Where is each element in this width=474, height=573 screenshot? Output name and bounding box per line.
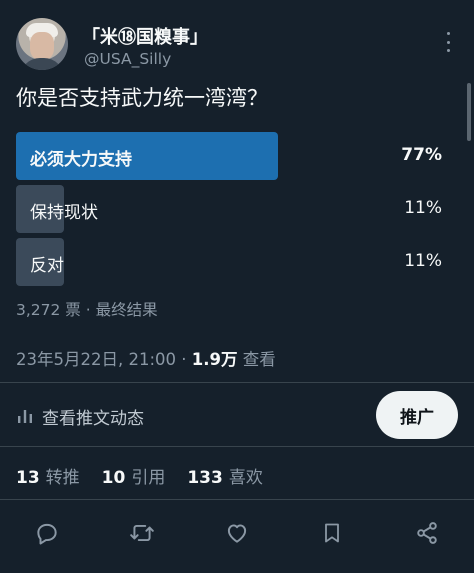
poll-option-label: 反对	[30, 256, 64, 276]
quotes-stat[interactable]: 10 引用	[102, 463, 166, 488]
poll-option-percent: 77%	[401, 145, 442, 165]
author-handle[interactable]: @USA_Silly	[84, 50, 171, 68]
avatar[interactable]	[16, 18, 68, 70]
poll-option-percent: 11%	[404, 251, 442, 271]
quotes-label: 引用	[131, 468, 166, 488]
quotes-count: 10	[101, 468, 126, 488]
promote-button[interactable]: 推广	[376, 391, 458, 439]
share-icon[interactable]	[412, 518, 442, 548]
retweets-stat[interactable]: 13 转推	[16, 463, 80, 488]
likes-label: 喜欢	[228, 468, 263, 488]
retweets-label: 转推	[45, 468, 80, 488]
poll-option-percent: 11%	[404, 198, 442, 218]
divider	[0, 382, 474, 383]
tweet-timestamp: 23年5月22日, 21:00 · 1.9万 查看	[16, 346, 276, 370]
poll-option-label: 必须大力支持	[30, 150, 132, 170]
analytics-label: 查看推文动态	[42, 408, 144, 429]
poll-option-3: 反对 11%	[16, 238, 442, 286]
retweet-icon[interactable]	[127, 518, 157, 548]
poll-option-2: 保持现状 11%	[16, 185, 442, 233]
timestamp-date[interactable]: 23年5月22日, 21:00 ·	[16, 350, 192, 369]
reply-icon[interactable]	[32, 518, 62, 548]
likes-count: 133	[187, 468, 223, 488]
scrollbar[interactable]	[467, 83, 471, 141]
retweets-count: 13	[16, 468, 40, 488]
views-count: 1.9万	[191, 350, 238, 369]
like-icon[interactable]	[222, 518, 252, 548]
tweet-text: 你是否支持武力统一湾湾？	[16, 86, 268, 110]
more-options-icon[interactable]	[440, 32, 456, 52]
poll-option-label: 保持现状	[30, 203, 98, 223]
engagement-stats: 13 转推 10 引用 133 喜欢	[16, 463, 285, 488]
poll-meta: 3,272 票 · 最终结果	[16, 301, 158, 319]
analytics-icon	[18, 410, 32, 423]
views-label: 查看	[237, 350, 276, 369]
divider	[0, 499, 474, 500]
divider	[0, 446, 474, 447]
author-display-name[interactable]: 「米⑱国糗事」	[82, 23, 208, 49]
view-tweet-analytics[interactable]: 查看推文动态	[16, 404, 144, 429]
action-bar	[0, 518, 474, 548]
poll-option-1: 必须大力支持 77%	[16, 132, 442, 180]
bookmark-icon[interactable]	[317, 518, 347, 548]
likes-stat[interactable]: 133 喜欢	[187, 463, 263, 488]
